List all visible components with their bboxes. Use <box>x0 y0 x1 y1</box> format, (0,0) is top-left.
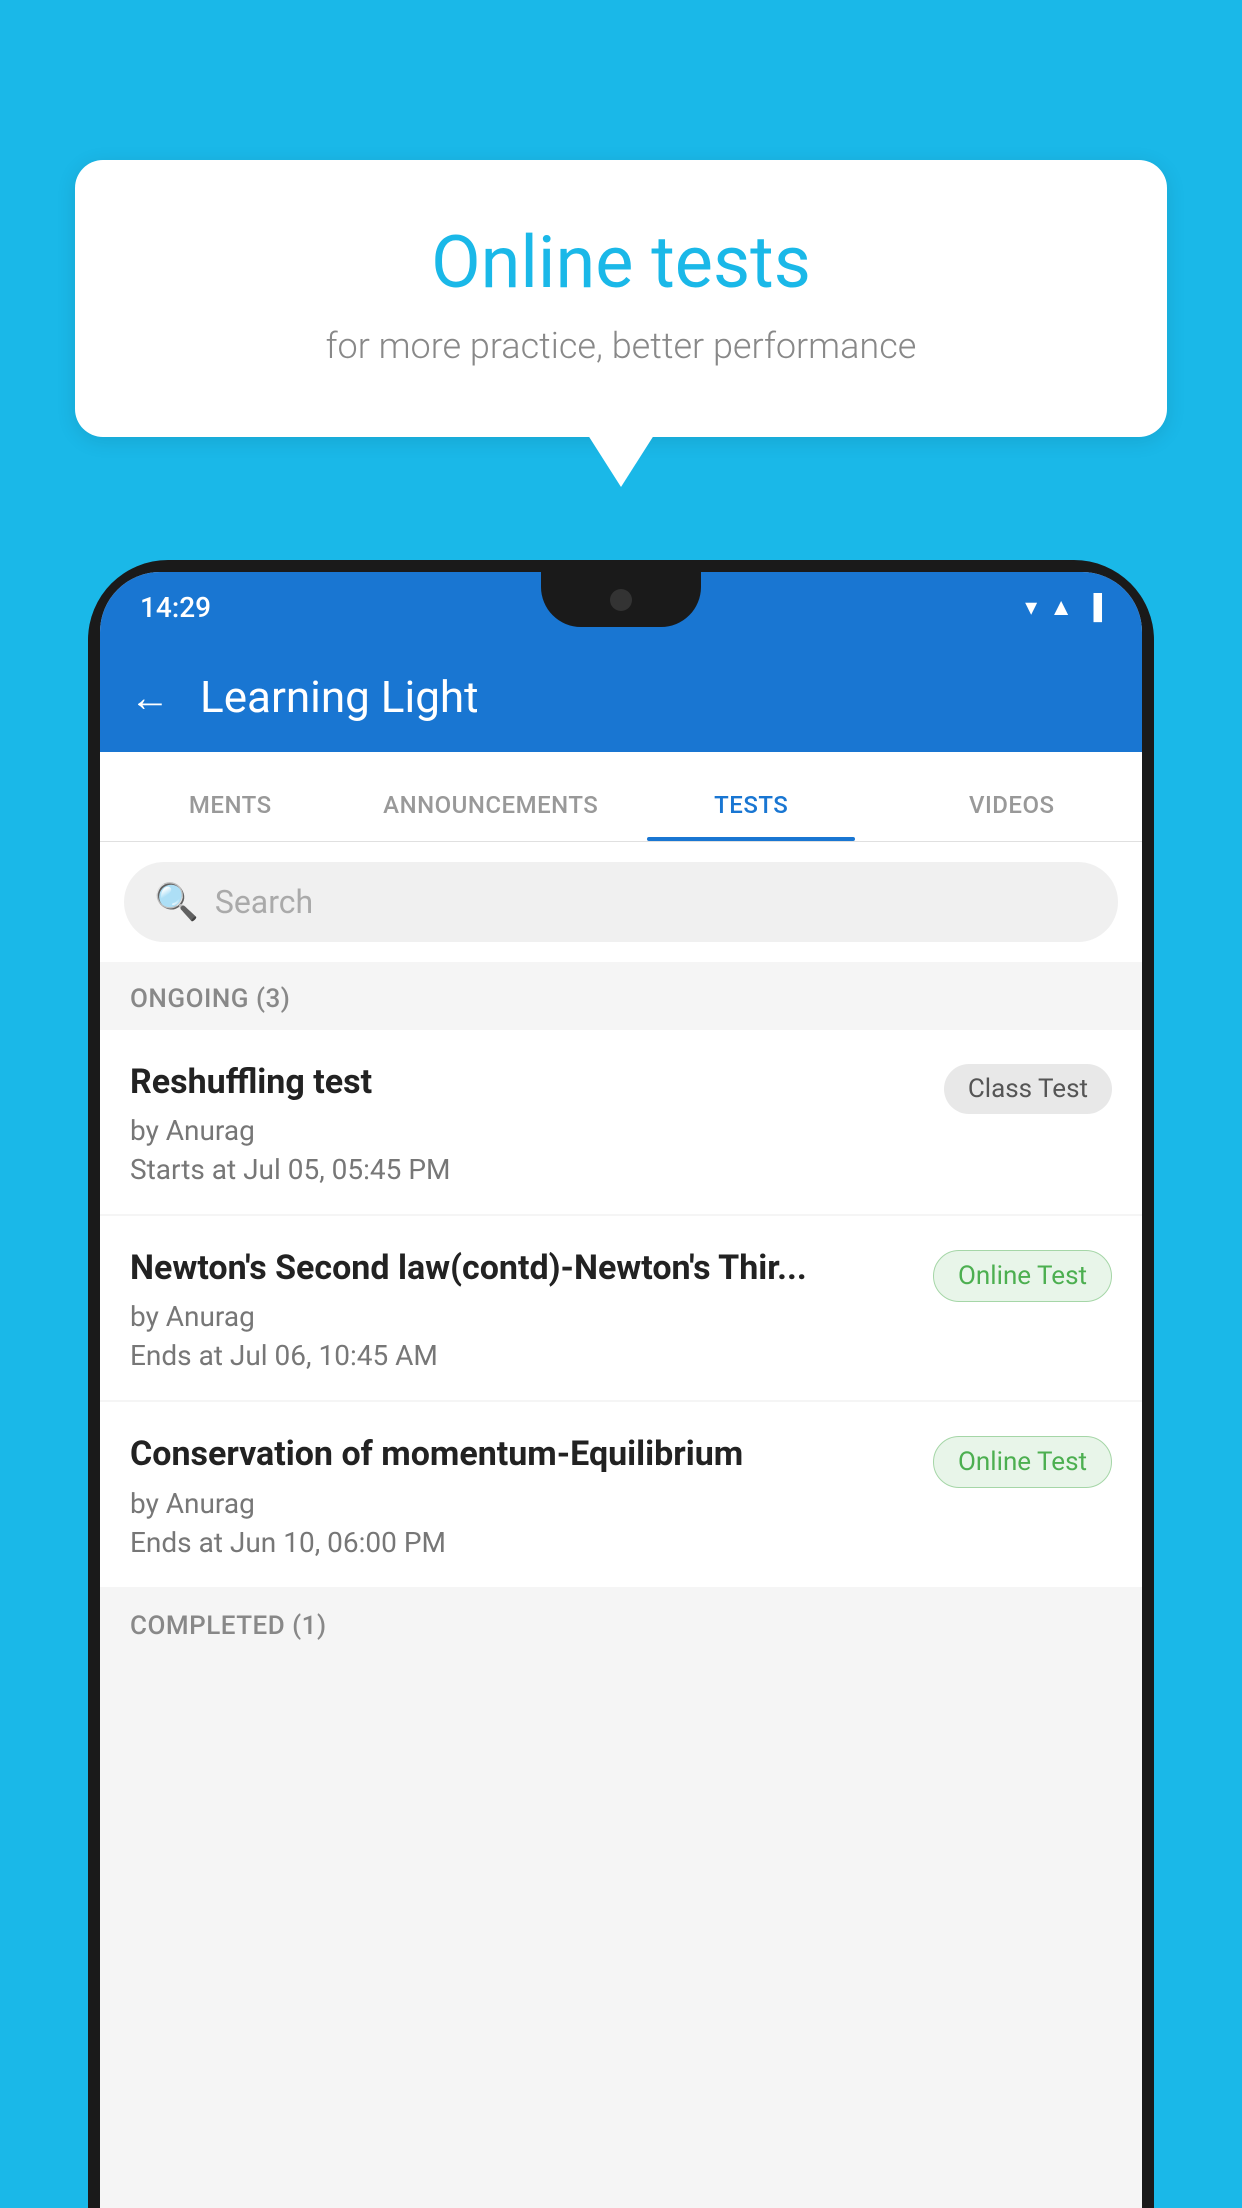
section-ongoing-header: ONGOING (3) <box>100 962 1142 1030</box>
back-button[interactable]: ← <box>130 674 170 721</box>
tab-announcements[interactable]: ANNOUNCEMENTS <box>361 791 622 841</box>
test-item-3-title: Conservation of momentum-Equilibrium <box>130 1432 913 1476</box>
test-item-1-badge: Class Test <box>944 1064 1112 1114</box>
phone-frame: 14:29 ▾ ▲ ▐ ← Learning Light MENTS ANNOU… <box>88 560 1154 2208</box>
tab-bar: MENTS ANNOUNCEMENTS TESTS VIDEOS <box>100 752 1142 842</box>
test-item-1-time: Starts at Jul 05, 05:45 PM <box>130 1153 924 1186</box>
search-bar-container: 🔍 Search <box>100 842 1142 962</box>
app-bar: ← Learning Light <box>100 642 1142 752</box>
status-icons: ▾ ▲ ▐ <box>1025 593 1102 622</box>
section-ongoing-label: ONGOING (3) <box>130 984 290 1014</box>
test-item-2-badge: Online Test <box>933 1250 1112 1302</box>
bubble-title: Online tests <box>155 220 1087 305</box>
test-item-2[interactable]: Newton's Second law(contd)-Newton's Thir… <box>100 1216 1142 1400</box>
test-item-3-author: by Anurag <box>130 1487 913 1520</box>
test-item-1[interactable]: Reshuffling test by Anurag Starts at Jul… <box>100 1030 1142 1214</box>
camera-dot <box>610 589 632 611</box>
search-icon: 🔍 <box>154 881 199 923</box>
signal-icon: ▲ <box>1049 593 1073 622</box>
search-bar[interactable]: 🔍 Search <box>124 862 1118 942</box>
status-bar: 14:29 ▾ ▲ ▐ <box>100 572 1142 642</box>
content-area: 🔍 Search ONGOING (3) Reshuffling test by… <box>100 842 1142 2208</box>
section-completed-label: COMPLETED (1) <box>130 1611 327 1641</box>
phone-notch <box>541 572 701 627</box>
phone-screen: 14:29 ▾ ▲ ▐ ← Learning Light MENTS ANNOU… <box>100 572 1142 2208</box>
test-item-3-left: Conservation of momentum-Equilibrium by … <box>130 1432 933 1558</box>
test-item-1-title: Reshuffling test <box>130 1060 924 1104</box>
test-item-2-left: Newton's Second law(contd)-Newton's Thir… <box>130 1246 933 1372</box>
test-item-2-title: Newton's Second law(contd)-Newton's Thir… <box>130 1246 913 1290</box>
test-item-2-author: by Anurag <box>130 1300 913 1333</box>
speech-bubble: Online tests for more practice, better p… <box>75 160 1167 437</box>
test-item-3-time: Ends at Jun 10, 06:00 PM <box>130 1526 913 1559</box>
tab-tests[interactable]: TESTS <box>621 791 882 841</box>
tab-videos[interactable]: VIDEOS <box>882 791 1143 841</box>
test-item-3[interactable]: Conservation of momentum-Equilibrium by … <box>100 1402 1142 1586</box>
test-item-2-time: Ends at Jul 06, 10:45 AM <box>130 1339 913 1372</box>
section-completed-header: COMPLETED (1) <box>100 1589 1142 1657</box>
test-item-3-badge: Online Test <box>933 1436 1112 1488</box>
bubble-subtitle: for more practice, better performance <box>155 325 1087 367</box>
search-placeholder: Search <box>215 883 313 921</box>
test-item-1-author: by Anurag <box>130 1114 924 1147</box>
app-title: Learning Light <box>200 671 479 723</box>
battery-icon: ▐ <box>1085 593 1102 622</box>
wifi-icon: ▾ <box>1025 593 1037 621</box>
test-item-1-left: Reshuffling test by Anurag Starts at Jul… <box>130 1060 944 1186</box>
tab-ments[interactable]: MENTS <box>100 791 361 841</box>
status-time: 14:29 <box>140 591 211 624</box>
